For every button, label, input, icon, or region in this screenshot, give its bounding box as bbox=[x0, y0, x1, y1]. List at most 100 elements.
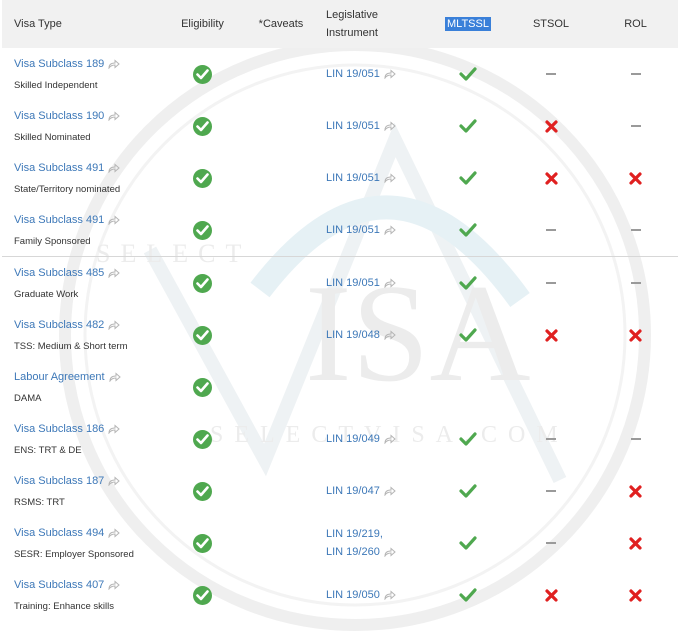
share-icon[interactable] bbox=[108, 579, 121, 590]
table-row: Visa Subclass 494 SESR: Employer Sponsore… bbox=[2, 517, 678, 569]
lin-link[interactable]: LIN 19/260 bbox=[326, 546, 380, 558]
legislative-instrument-cell: LIN 19/051 bbox=[314, 204, 427, 257]
header-rol: ROL bbox=[624, 18, 647, 30]
visa-link[interactable]: Visa Subclass 186 bbox=[14, 422, 157, 436]
share-icon[interactable] bbox=[384, 434, 396, 445]
table-row: Labour Agreement DAMA bbox=[2, 361, 678, 413]
legislative-instrument-cell bbox=[314, 361, 427, 413]
visa-link[interactable]: Visa Subclass 485 bbox=[14, 266, 157, 280]
share-icon[interactable] bbox=[108, 475, 121, 486]
table-row: Visa Subclass 491 State/Territory nominat… bbox=[2, 152, 678, 204]
check-icon bbox=[459, 536, 477, 550]
visa-type-cell: Visa Subclass 190 Skilled Nominated bbox=[2, 100, 157, 152]
visa-link-text[interactable]: Visa Subclass 190 bbox=[14, 110, 104, 122]
lin-link[interactable]: LIN 19/048 bbox=[326, 329, 380, 341]
visa-link-text[interactable]: Visa Subclass 189 bbox=[14, 58, 104, 70]
share-icon[interactable] bbox=[108, 162, 121, 173]
share-icon[interactable] bbox=[384, 173, 396, 184]
mltssl-cell bbox=[427, 361, 509, 413]
check-icon bbox=[459, 432, 477, 446]
stsol-cell bbox=[509, 465, 593, 517]
share-icon[interactable] bbox=[384, 121, 396, 132]
share-icon[interactable] bbox=[108, 423, 121, 434]
caveats-cell bbox=[248, 361, 314, 413]
visa-link-text[interactable]: Labour Agreement bbox=[14, 371, 105, 383]
mltssl-cell bbox=[427, 48, 509, 100]
table-row: Visa Subclass 187 RSMS: TRT LIN 19/047 bbox=[2, 465, 678, 517]
eligible-check-circle-icon bbox=[193, 273, 212, 293]
eligible-check-circle-icon bbox=[193, 377, 212, 397]
share-icon[interactable] bbox=[384, 278, 396, 289]
visa-link-text[interactable]: Visa Subclass 491 bbox=[14, 214, 104, 226]
header-mltssl: MLTSSL bbox=[427, 0, 509, 48]
lin-link[interactable]: LIN 19/051 bbox=[326, 224, 380, 236]
cross-icon bbox=[544, 119, 558, 133]
legislative-instrument-cell: LIN 19/051 bbox=[314, 48, 427, 100]
cross-icon bbox=[544, 328, 558, 342]
visa-link-text[interactable]: Visa Subclass 186 bbox=[14, 423, 104, 435]
share-icon[interactable] bbox=[384, 330, 396, 341]
caveats-cell bbox=[248, 569, 314, 621]
lin-link[interactable]: LIN 19/051 bbox=[326, 172, 380, 184]
visa-link[interactable]: Visa Subclass 482 bbox=[14, 318, 157, 332]
visa-link-text[interactable]: Visa Subclass 491 bbox=[14, 162, 104, 174]
caveats-cell bbox=[248, 48, 314, 100]
visa-link[interactable]: Visa Subclass 189 bbox=[14, 57, 157, 71]
visa-link[interactable]: Visa Subclass 494 bbox=[14, 526, 157, 540]
visa-link[interactable]: Visa Subclass 187 bbox=[14, 474, 157, 488]
check-icon bbox=[459, 171, 477, 185]
share-icon[interactable] bbox=[384, 225, 396, 236]
stsol-cell bbox=[509, 413, 593, 465]
visa-type-cell: Visa Subclass 407 Training: Enhance skill… bbox=[2, 569, 157, 621]
visa-type-cell: Visa Subclass 186 ENS: TRT & DE bbox=[2, 413, 157, 465]
rol-cell bbox=[593, 204, 678, 257]
mltssl-cell bbox=[427, 152, 509, 204]
lin-link[interactable]: LIN 19/051 bbox=[326, 120, 380, 132]
share-icon[interactable] bbox=[108, 110, 121, 121]
visa-subtitle: Skilled Independent bbox=[14, 79, 98, 91]
share-icon[interactable] bbox=[108, 214, 121, 225]
visa-link[interactable]: Visa Subclass 491 bbox=[14, 213, 157, 227]
visa-type-cell: Visa Subclass 491 Family Sponsored bbox=[2, 204, 157, 257]
share-icon[interactable] bbox=[108, 58, 121, 69]
share-icon[interactable] bbox=[108, 527, 121, 538]
eligible-check-circle-icon bbox=[193, 585, 212, 605]
share-icon[interactable] bbox=[108, 319, 121, 330]
eligibility-cell bbox=[157, 204, 248, 257]
lin-link[interactable]: LIN 19/051 bbox=[326, 68, 380, 80]
share-icon[interactable] bbox=[108, 267, 121, 278]
share-icon[interactable] bbox=[384, 69, 396, 80]
check-icon bbox=[459, 119, 477, 133]
visa-subtitle: State/Territory nominated bbox=[14, 183, 121, 195]
visa-link[interactable]: Visa Subclass 190 bbox=[14, 109, 157, 123]
check-icon bbox=[459, 588, 477, 602]
visa-subtitle: Training: Enhance skills bbox=[14, 600, 114, 612]
stsol-cell bbox=[509, 361, 593, 413]
lin-link[interactable]: LIN 19/050 bbox=[326, 589, 380, 601]
visa-link-text[interactable]: Visa Subclass 407 bbox=[14, 579, 104, 591]
visa-type-cell: Visa Subclass 485 Graduate Work bbox=[2, 256, 157, 309]
visa-link[interactable]: Labour Agreement bbox=[14, 370, 157, 384]
eligibility-cell bbox=[157, 517, 248, 569]
lin-link[interactable]: LIN 19/047 bbox=[326, 485, 380, 497]
visa-link-text[interactable]: Visa Subclass 187 bbox=[14, 475, 104, 487]
lin-link[interactable]: LIN 19/219, bbox=[326, 528, 383, 540]
share-icon[interactable] bbox=[384, 547, 396, 558]
eligibility-cell bbox=[157, 48, 248, 100]
visa-link[interactable]: Visa Subclass 491 bbox=[14, 161, 157, 175]
share-icon[interactable] bbox=[384, 590, 396, 601]
visa-link-text[interactable]: Visa Subclass 494 bbox=[14, 527, 104, 539]
share-icon[interactable] bbox=[109, 371, 121, 382]
mltssl-cell bbox=[427, 256, 509, 309]
share-icon[interactable] bbox=[384, 486, 396, 497]
legislative-instrument-cell: LIN 19/047 bbox=[314, 465, 427, 517]
dash-icon bbox=[630, 125, 641, 128]
stsol-cell bbox=[509, 309, 593, 361]
lin-link[interactable]: LIN 19/049 bbox=[326, 433, 380, 445]
visa-link-text[interactable]: Visa Subclass 485 bbox=[14, 267, 104, 279]
visa-link-text[interactable]: Visa Subclass 482 bbox=[14, 319, 104, 331]
lin-link[interactable]: LIN 19/051 bbox=[326, 277, 380, 289]
visa-link[interactable]: Visa Subclass 407 bbox=[14, 578, 157, 592]
dash-icon bbox=[546, 438, 556, 441]
rol-cell bbox=[593, 48, 678, 100]
